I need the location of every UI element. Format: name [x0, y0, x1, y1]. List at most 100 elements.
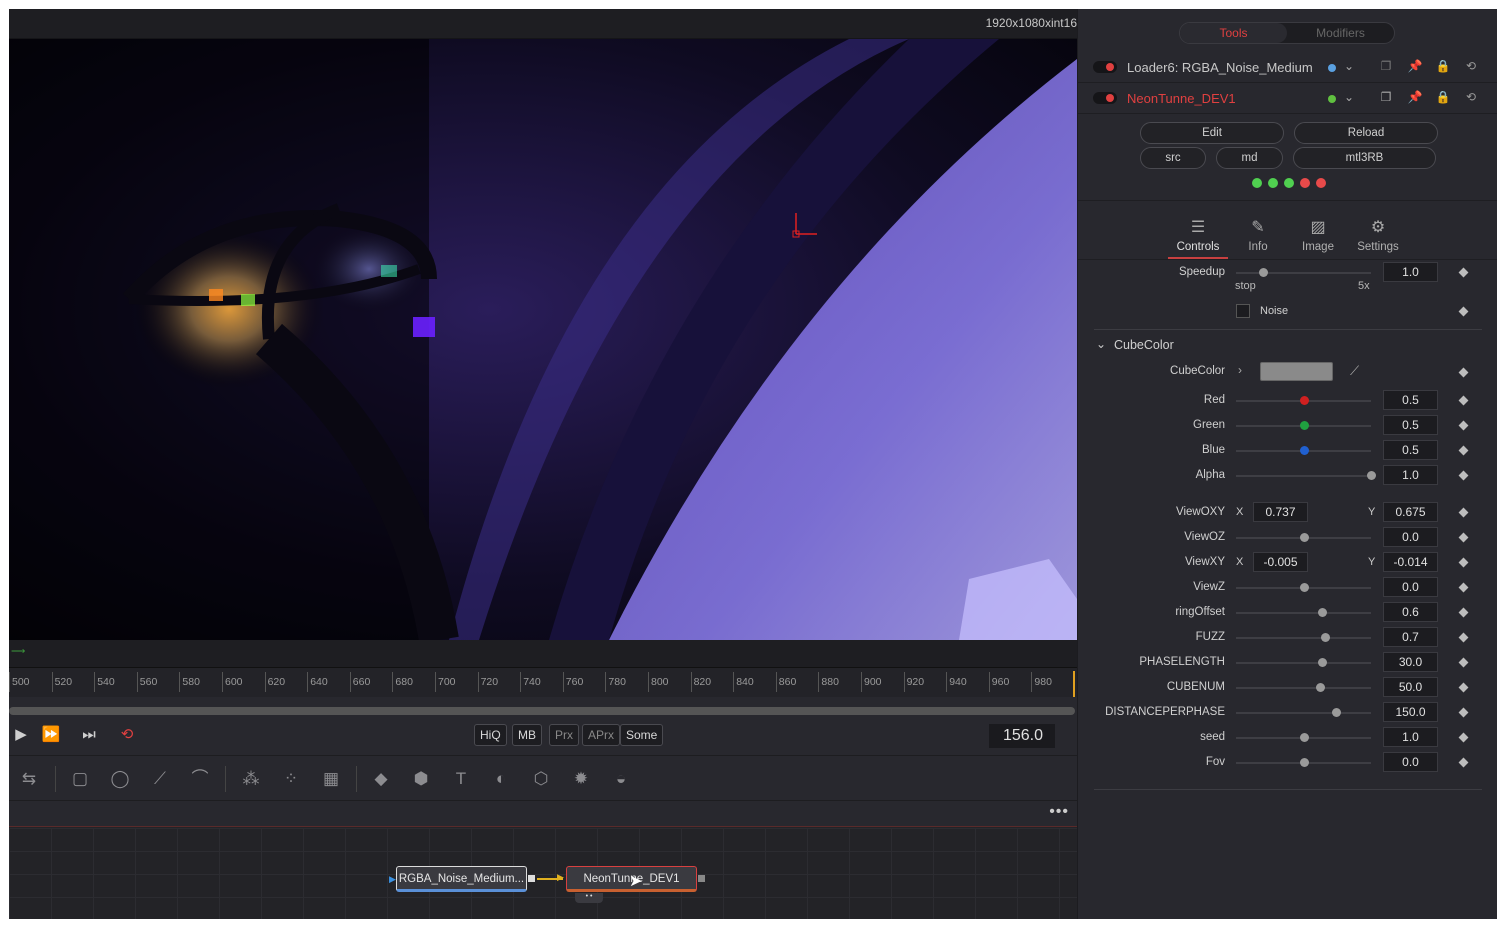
node-grid[interactable]: [9, 828, 1077, 919]
merge3d-icon[interactable]: ⬢: [409, 768, 433, 790]
fuzz-slider[interactable]: [1236, 633, 1371, 642]
keyframe-icon[interactable]: [1458, 557, 1469, 568]
speedup-value[interactable]: 1.0: [1383, 262, 1438, 282]
chevron-down-icon[interactable]: ⌄: [1341, 90, 1357, 104]
phaselength-slider[interactable]: [1236, 658, 1371, 667]
viewoxy-y-value[interactable]: 0.675: [1383, 502, 1438, 522]
noise-checkbox[interactable]: [1236, 304, 1250, 318]
distance-slider[interactable]: [1236, 708, 1371, 717]
skip-end-icon[interactable]: ⏭: [77, 724, 101, 746]
keyframe-icon[interactable]: [1458, 395, 1469, 406]
slider-knob[interactable]: [1318, 608, 1328, 617]
mb-button[interactable]: MB: [512, 724, 542, 746]
color-swatch[interactable]: [1260, 362, 1333, 381]
green-value[interactable]: 0.5: [1383, 415, 1438, 435]
chevron-down-icon[interactable]: ⌄: [1341, 59, 1357, 73]
slider-knob[interactable]: [1299, 733, 1309, 742]
lock-icon[interactable]: 🔒: [1435, 90, 1451, 104]
node-loader[interactable]: RGBA_Noise_Medium...: [396, 866, 527, 892]
distance-value[interactable]: 150.0: [1383, 702, 1438, 722]
slider-knob[interactable]: [1299, 421, 1309, 430]
pin-icon[interactable]: 📌: [1407, 59, 1423, 73]
slider-knob[interactable]: [1318, 658, 1328, 667]
node-toggle-dots[interactable]: • •: [575, 893, 603, 903]
tab-controls[interactable]: ☰ Controls: [1168, 209, 1228, 259]
slider-knob[interactable]: [1299, 533, 1309, 542]
fov-value[interactable]: 0.0: [1383, 752, 1438, 772]
more-options-icon[interactable]: •••: [1049, 803, 1069, 821]
tool-header-loader[interactable]: Loader6: RGBA_Noise_Medium ⌄ ❐ 📌 🔒 ⟲: [1078, 52, 1497, 83]
lock-icon[interactable]: 🔒: [1435, 59, 1451, 73]
toggle-icon[interactable]: ⇆: [17, 768, 41, 790]
slider-knob[interactable]: [1299, 758, 1309, 767]
some-button[interactable]: Some: [620, 724, 664, 746]
slider-knob[interactable]: [1367, 471, 1376, 480]
viewxy-x-value[interactable]: -0.005: [1253, 552, 1308, 572]
blue-value[interactable]: 0.5: [1383, 440, 1438, 460]
seed-slider[interactable]: [1236, 733, 1371, 742]
viewz-slider[interactable]: [1236, 583, 1371, 592]
chevron-down-icon[interactable]: ⌄: [1096, 337, 1106, 351]
keyframe-icon[interactable]: [1458, 470, 1469, 481]
playhead[interactable]: [1073, 671, 1075, 697]
ringoffset-value[interactable]: 0.6: [1383, 602, 1438, 622]
red-slider[interactable]: [1236, 396, 1371, 405]
record-toggle[interactable]: [1093, 92, 1117, 104]
imageplane3d-icon[interactable]: ◒: [609, 768, 633, 790]
speedup-slider[interactable]: [1236, 268, 1371, 277]
play-icon[interactable]: ▶: [9, 724, 33, 746]
loop-icon[interactable]: ⟲: [115, 724, 139, 746]
text3d-icon[interactable]: T: [449, 768, 473, 790]
particle-emitter-icon[interactable]: ⁂: [239, 768, 263, 790]
cubenum-value[interactable]: 50.0: [1383, 677, 1438, 697]
polygon-mask-icon[interactable]: ⟋: [148, 768, 172, 790]
green-slider[interactable]: [1236, 421, 1371, 430]
viewz-value[interactable]: 0.0: [1383, 577, 1438, 597]
renderer3d-icon[interactable]: ⬡: [529, 768, 553, 790]
edit-button[interactable]: Edit: [1140, 122, 1284, 144]
slider-knob[interactable]: [1315, 683, 1325, 692]
output-port[interactable]: [698, 875, 705, 882]
tab-modifiers[interactable]: Modifiers: [1287, 23, 1394, 43]
fuzz-value[interactable]: 0.7: [1383, 627, 1438, 647]
tab-info[interactable]: ✎ Info: [1228, 209, 1288, 259]
light3d-icon[interactable]: ✹: [569, 768, 593, 790]
keyframe-icon[interactable]: [1458, 657, 1469, 668]
keyframe-icon[interactable]: [1458, 732, 1469, 743]
keyframe-icon[interactable]: [1458, 607, 1469, 618]
section-cubecolor[interactable]: CubeColor: [1114, 338, 1174, 352]
tool-header-neon[interactable]: NeonTunne_DEV1 ⌄ ❐ 📌 🔒 ⟲: [1078, 83, 1497, 114]
camera3d-icon[interactable]: ◐: [489, 768, 513, 790]
mtl3rb-button[interactable]: mtl3RB: [1293, 147, 1436, 169]
viewoxy-x-value[interactable]: 0.737: [1253, 502, 1308, 522]
particle-render-icon[interactable]: ⁘: [279, 768, 303, 790]
blue-slider[interactable]: [1236, 446, 1371, 455]
keyframe-icon[interactable]: [1458, 306, 1469, 317]
color-dot[interactable]: [1328, 95, 1336, 103]
output-port[interactable]: [528, 875, 535, 882]
fast-forward-icon[interactable]: ⏩: [39, 724, 63, 746]
chevron-right-icon[interactable]: ›: [1238, 363, 1242, 377]
prx-button[interactable]: Prx: [549, 724, 579, 746]
reset-icon[interactable]: ⟲: [1463, 59, 1479, 73]
viewoz-slider[interactable]: [1236, 533, 1371, 542]
reset-icon[interactable]: ⟲: [1463, 90, 1479, 104]
slider-knob[interactable]: [1299, 396, 1309, 405]
keyframe-icon[interactable]: [1458, 445, 1469, 456]
record-toggle[interactable]: [1093, 61, 1117, 73]
slider-knob[interactable]: [1299, 446, 1309, 455]
viewer[interactable]: 1920x1080xint16 ⟶: [9, 9, 1077, 667]
keyframe-icon[interactable]: [1458, 757, 1469, 768]
ringoffset-slider[interactable]: [1236, 608, 1371, 617]
slider-knob[interactable]: [1299, 583, 1309, 592]
keyframe-icon[interactable]: [1458, 707, 1469, 718]
tab-settings[interactable]: ⚙ Settings: [1348, 209, 1408, 259]
md-button[interactable]: md: [1216, 147, 1283, 169]
keyframe-icon[interactable]: [1458, 507, 1469, 518]
phaselength-value[interactable]: 30.0: [1383, 652, 1438, 672]
keyframe-icon[interactable]: [1458, 420, 1469, 431]
aprx-button[interactable]: APrx: [582, 724, 621, 746]
alpha-value[interactable]: 1.0: [1383, 465, 1438, 485]
node-editor[interactable]: ••• ▶ RGBA_Noise_Medium... ▶ NeonTunne_D…: [9, 803, 1077, 919]
red-value[interactable]: 0.5: [1383, 390, 1438, 410]
